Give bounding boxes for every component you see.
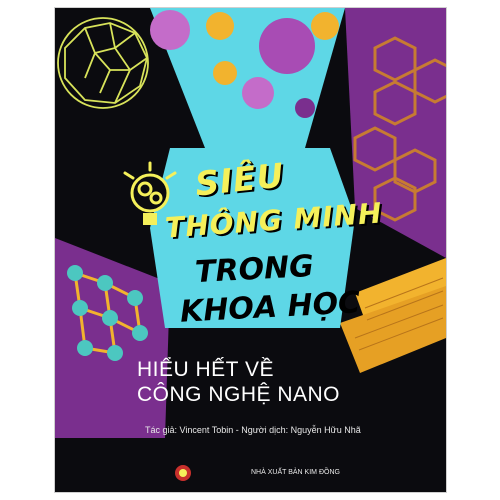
book-cover: SIÊU THÔNG MINH TRONG KHOA HỌC HIỂU HẾT … — [55, 8, 446, 492]
author-translator-credits: Tác giả: Vincent Tobin - Người dịch: Ngu… — [145, 425, 361, 435]
publisher-logo-icon — [175, 465, 191, 481]
title-line-3: TRONG — [194, 248, 315, 291]
cover-artwork — [55, 8, 446, 481]
subtitle-line-2: CÔNG NGHỆ NANO — [137, 383, 341, 406]
publisher-name: NHÀ XUẤT BẢN KIM ĐỒNG — [251, 469, 340, 476]
subtitle-line-1: HIỂU HẾT VỀ — [137, 358, 274, 381]
fullerene-wireframe-left — [57, 17, 149, 109]
